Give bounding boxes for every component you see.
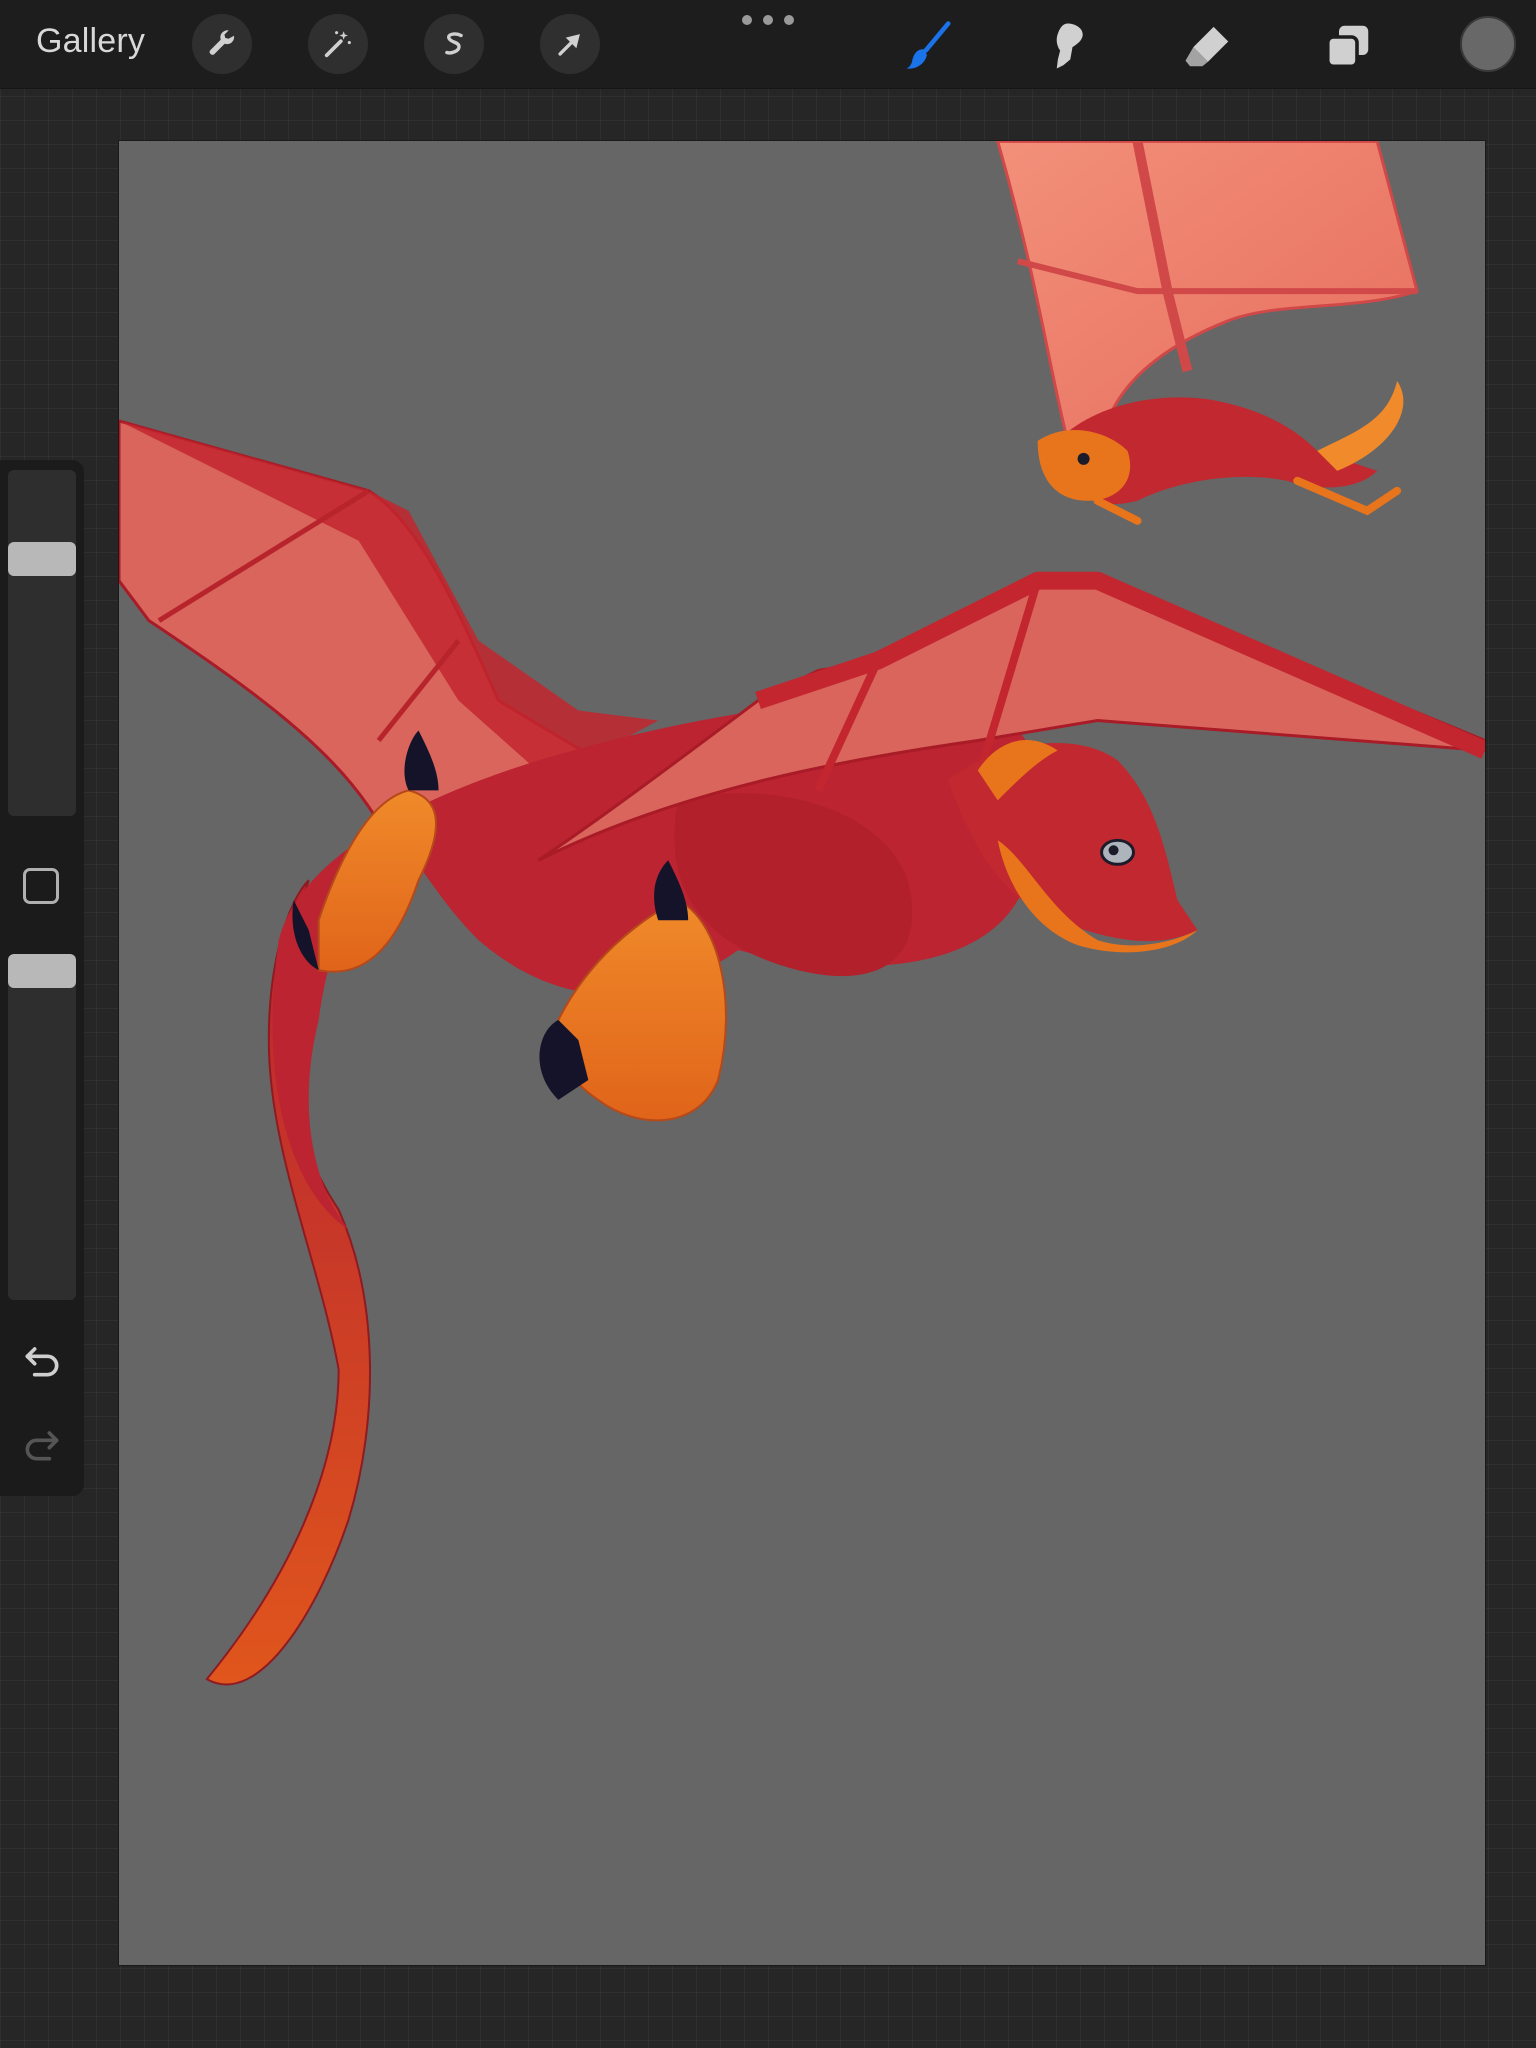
eraser-tool-button[interactable]: [1176, 14, 1240, 78]
selection-button[interactable]: [424, 14, 484, 74]
smudge-tool-button[interactable]: [1036, 14, 1100, 78]
square-outline-icon[interactable]: [23, 868, 59, 904]
eraser-icon: [1185, 26, 1229, 67]
arrow-cursor-icon: [558, 34, 580, 56]
opacity-slider[interactable]: [8, 954, 76, 1300]
procreate-app: Gallery: [0, 0, 1536, 2048]
dragon-artwork: [119, 141, 1485, 1965]
magic-wand-icon: [324, 31, 351, 58]
brush-size-slider[interactable]: [8, 470, 76, 816]
opacity-slider-thumb[interactable]: [8, 954, 76, 988]
color-picker-button[interactable]: [1460, 16, 1516, 72]
smudge-icon: [1056, 23, 1083, 69]
undo-icon[interactable]: [20, 1338, 64, 1382]
paint-tool-button[interactable]: [896, 14, 960, 78]
drawing-canvas[interactable]: [118, 140, 1486, 1966]
adjustments-button[interactable]: [308, 14, 368, 74]
gallery-button[interactable]: Gallery: [36, 22, 145, 61]
ellipsis-icon[interactable]: [742, 12, 794, 28]
brush-size-slider-thumb[interactable]: [8, 542, 76, 576]
brush-icon: [906, 21, 951, 69]
left-sidebar: [0, 460, 84, 1496]
layers-icon: [1325, 25, 1369, 69]
layers-tool-button[interactable]: [1316, 14, 1380, 78]
actions-button[interactable]: [192, 14, 252, 74]
transform-button[interactable]: [540, 14, 600, 74]
top-toolbar: Gallery: [0, 0, 1536, 89]
selection-s-icon: [445, 32, 463, 55]
redo-icon[interactable]: [20, 1422, 64, 1466]
wrench-icon: [209, 30, 235, 55]
